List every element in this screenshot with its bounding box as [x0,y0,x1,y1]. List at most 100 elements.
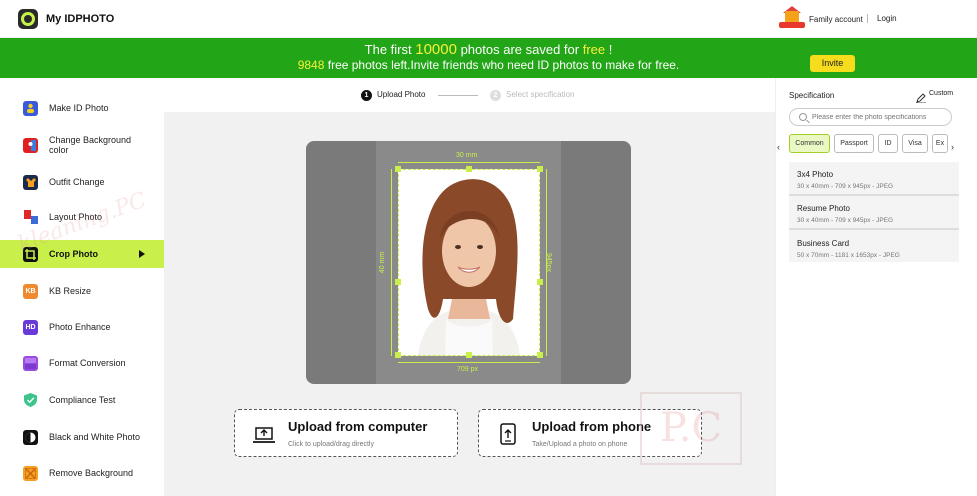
step-2-label: Select specification [506,90,575,99]
crop-handle-left[interactable] [395,279,401,285]
app-title[interactable]: My IDPHOTO [46,13,114,25]
active-arrow-icon [139,250,145,258]
tab-ex[interactable]: Ex [932,134,948,153]
height-dimension-line [391,169,392,356]
banner-free: free [582,42,606,57]
banner-text: free photos left.Invite friends who need… [324,58,680,72]
spec-search-input[interactable] [812,112,947,123]
format-icon [23,355,38,371]
crop-handle-top-right[interactable] [537,166,543,172]
watermark-logo: P.C [640,392,742,465]
background-color-icon [23,137,38,153]
remove-bg-icon [23,465,38,481]
sidebar-item-format-conversion[interactable]: Format Conversion [0,349,164,377]
tab-visa[interactable]: Visa [902,134,928,153]
sidebar-item-make-id-photo[interactable]: Make ID Photo [0,94,164,122]
banner-text: photos are saved for [456,42,583,57]
id-photo-icon [23,100,38,116]
banner-count: 10000 [415,41,457,58]
sidebar-item-label: Remove Background [49,468,134,478]
sidebar-item-black-white[interactable]: Black and White Photo [0,422,164,452]
spec-dims: 30 x 40mm - 709 x 945px - JPEG [797,183,894,190]
top-bar: My IDPHOTO Family account Login [0,0,977,38]
spec-name: Resume Photo [797,204,850,213]
invite-button[interactable]: Invite [810,55,855,72]
family-house-icon [779,6,805,29]
tabs-prev-chevron-icon[interactable]: ‹ [777,142,780,152]
crop-handle-right[interactable] [537,279,543,285]
search-icon [799,113,807,121]
spec-dims: 50 x 70mm - 1181 x 1653px - JPEG [797,252,900,259]
sidebar-item-label: Black and White Photo [49,432,141,442]
pixel-width-dimension-line [398,362,540,363]
crop-handle-top[interactable] [466,166,472,172]
sidebar-item-remove-background[interactable]: Remove Background [0,459,164,487]
spec-search-box[interactable] [789,108,952,126]
spec-list: 3x4 Photo 30 x 40mm - 709 x 945px - JPEG… [789,162,959,262]
sidebar-item-label: Format Conversion [49,358,126,368]
height-px-label: 945px [545,252,553,273]
layout-icon [23,209,38,225]
pencil-icon [916,93,926,103]
upload-phone-subtitle: Take/Upload a photo on phone [532,441,628,448]
sidebar-item-label: Outfit Change [49,177,105,187]
step-2-number: 2 [490,90,501,101]
sidebar-item-label: Make ID Photo [49,103,109,113]
specification-title: Specification [789,91,835,100]
tab-id[interactable]: ID [878,134,898,153]
spec-item-3x4[interactable]: 3x4 Photo 30 x 40mm - 709 x 945px - JPEG [789,162,959,196]
spec-item-business-card[interactable]: Business Card 50 x 70mm - 1181 x 1653px … [789,231,959,265]
sidebar-item-change-background[interactable]: Change Background color [0,130,164,160]
promo-banner: The first 10000 photos are saved for fre… [0,38,977,78]
custom-spec-button[interactable]: Custom [916,90,953,103]
phone-upload-icon [500,423,516,445]
upload-computer-subtitle: Click to upload/drag directly [288,441,374,448]
shield-check-icon [23,392,38,408]
crop-handle-top-left[interactable] [395,166,401,172]
sidebar-item-label: Compliance Test [49,395,116,405]
width-dimension-line [398,162,540,163]
crop-box[interactable] [398,169,540,356]
upload-phone-title: Upload from phone [532,419,652,434]
crop-handle-bottom-right[interactable] [537,352,543,358]
sidebar-item-kb-resize[interactable]: KB KB Resize [0,277,164,305]
sidebar-item-compliance-test[interactable]: Compliance Test [0,386,164,414]
login-link[interactable]: Login [877,14,897,23]
tab-passport[interactable]: Passport [834,134,874,153]
step-connector [438,95,478,96]
step-indicator: 1 Upload Photo 2 Select specification [360,89,590,103]
custom-label: Custom [929,90,954,97]
spec-name: Business Card [797,239,850,248]
sidebar-item-label: KB Resize [49,286,92,296]
outfit-icon [23,174,38,190]
banner-remaining-count: 9848 [297,58,325,72]
contrast-icon [23,429,38,445]
tabs-next-chevron-icon[interactable]: › [951,142,954,152]
banner-text: ! [605,42,613,57]
height-mm-label: 40 mm [379,251,387,274]
step-1-label: Upload Photo [377,90,426,99]
tab-common[interactable]: Common [789,134,830,153]
spec-name: 3x4 Photo [797,170,834,179]
family-account-link[interactable]: Family account [779,6,863,29]
spec-dims: 30 x 40mm - 709 x 945px - JPEG [797,217,894,224]
step-1-number: 1 [361,90,372,101]
width-px-label: 709 px [457,366,479,373]
width-mm-label: 30 mm [456,152,478,159]
crop-handle-bottom[interactable] [466,352,472,358]
upload-from-computer-button[interactable]: Upload from computer Click to upload/dra… [234,409,458,457]
sidebar-item-label: Crop Photo [49,249,98,259]
sidebar: Make ID Photo Change Background color Ou… [0,90,164,496]
sidebar-item-photo-enhance[interactable]: HD Photo Enhance [0,313,164,341]
header-divider [867,14,868,23]
app-logo-icon[interactable] [18,9,38,29]
laptop-upload-icon [253,427,275,443]
banner-text: The first [364,42,416,57]
crop-handle-bottom-left[interactable] [395,352,401,358]
family-account-label: Family account [809,14,863,24]
sidebar-item-label: Photo Enhance [49,322,111,332]
spec-item-resume[interactable]: Resume Photo 30 x 40mm - 709 x 945px - J… [789,196,959,230]
kb-icon: KB [23,283,38,299]
upload-computer-title: Upload from computer [288,419,428,434]
hd-icon: HD [23,319,38,335]
